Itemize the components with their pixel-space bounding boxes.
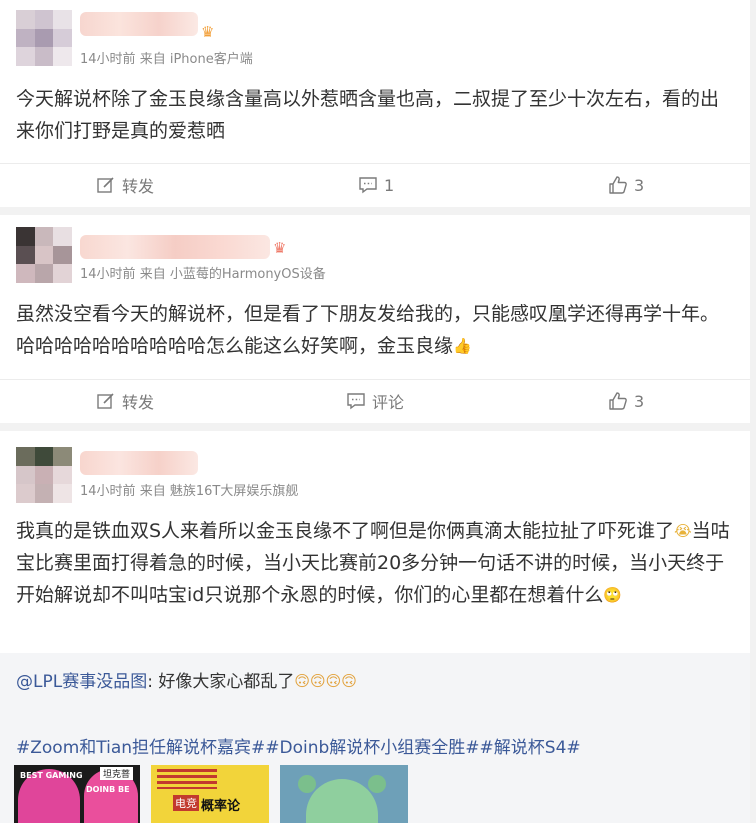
like-button[interactable]: 3 — [608, 164, 644, 206]
edit-square-icon — [97, 177, 114, 193]
avatar[interactable] — [16, 10, 72, 66]
like-count: 3 — [634, 391, 645, 411]
doge-emoji-icon: 🙃 — [294, 672, 310, 690]
post-content: 虽然没空看今天的解说杯，但是看了下朋友发给我的，只能感叹凰学还得再学十年。哈哈哈… — [16, 298, 736, 362]
comment-count: 1 — [384, 175, 395, 195]
comment-bubble-icon — [347, 393, 365, 410]
post-text-part-1: 我真的是铁血双S人来着所以金玉良缘不了啊但是你俩真滴太能拉扯了吓死谁了 — [16, 520, 675, 542]
avatar[interactable] — [16, 227, 72, 283]
thumbs-up-icon — [609, 392, 627, 410]
hashtag-links[interactable]: #Zoom和Tian担任解说杯嘉宾##Doinb解说杯小组赛全胜##解说杯S4# — [16, 733, 581, 758]
doge-emoji-icon: 🙃 — [341, 672, 357, 690]
post-source[interactable]: 小蓝莓的HarmonyOS设备 — [170, 267, 326, 282]
image-thumbnail-2[interactable]: 电竞 概率论 — [151, 765, 269, 823]
weibo-card-3: 14小时前 来自 魅族16T大屏娱乐旗舰 我真的是铁血双S人来着所以金玉良缘不了… — [0, 431, 750, 823]
comment-label: 评论 — [372, 393, 405, 412]
repost-button[interactable]: 转发 — [96, 164, 154, 206]
action-bar: 转发 评论 3 — [0, 379, 750, 421]
comment-button[interactable]: 1 — [358, 164, 394, 206]
doge-emoji-icon: 🙃 — [309, 672, 326, 690]
post-source[interactable]: iPhone客户端 — [170, 52, 253, 67]
post-time: 14小时前 — [80, 484, 136, 499]
weibo-card-1: ♛ 14小时前 来自 iPhone客户端 今天解说杯除了金玉良缘含量高以外惹晒含… — [0, 0, 750, 207]
member-badge-icon: ♛ — [201, 23, 215, 41]
comment-bubble-icon — [359, 177, 377, 194]
repost-label: 转发 — [122, 177, 155, 196]
book-header-graphic — [157, 769, 217, 789]
image-thumbnail-3[interactable] — [280, 765, 408, 823]
post-content: 我真的是铁血双S人来着所以金玉良缘不了啊但是你俩真滴太能拉扯了吓死谁了😭当咕宝比… — [16, 515, 736, 611]
image-thumbnail-1[interactable]: BEST GAMING DOINB BE 坦克菩 — [14, 765, 140, 823]
post-time: 14小时前 — [80, 52, 136, 67]
post-source[interactable]: 魅族16T大屏娱乐旗舰 — [170, 484, 298, 499]
thumbs-up-emoji-icon: 👍 — [453, 337, 472, 355]
post-content: 今天解说杯除了金玉良缘含量高以外惹晒含量也高，二叔提了至少十次左右，看的出来你们… — [16, 88, 720, 142]
doge-emoji-icon: 🙃 — [325, 672, 342, 690]
post-from: 来自 — [139, 267, 166, 282]
post-from: 来自 — [139, 52, 166, 67]
thumb-caption: BEST GAMING — [20, 771, 83, 780]
post-meta: 14小时前 来自 魅族16T大屏娱乐旗舰 — [80, 480, 298, 499]
blurred-username[interactable] — [80, 451, 198, 475]
crying-face-emoji-icon: 😭 — [674, 522, 692, 540]
edit-square-icon — [97, 393, 114, 409]
member-badge-icon: ♛ — [273, 239, 287, 257]
repost-text: @LPL赛事没品图: 好像大家心都乱了🙃🙃🙃🙃 — [16, 667, 357, 692]
thumb-caption: 坦克菩 — [100, 767, 134, 780]
thumbs-up-icon — [609, 176, 627, 194]
repost-author-link[interactable]: @LPL赛事没品图 — [16, 672, 147, 692]
post-meta: 14小时前 来自 iPhone客户端 — [80, 48, 253, 67]
comment-button[interactable]: 评论 — [346, 380, 404, 422]
repost-label: 转发 — [122, 393, 155, 412]
like-button[interactable]: 3 — [608, 380, 644, 422]
action-bar: 转发 1 3 — [0, 163, 750, 205]
character-graphic — [368, 775, 386, 793]
blurred-username[interactable] — [80, 235, 270, 259]
thumb-caption: 电竞 — [173, 795, 199, 811]
worried-face-emoji-icon: 🙄 — [603, 586, 623, 604]
thumb-caption: DOINB BE — [86, 785, 130, 794]
like-count: 3 — [634, 175, 645, 195]
reposted-content[interactable]: @LPL赛事没品图: 好像大家心都乱了🙃🙃🙃🙃 #Zoom和Tian担任解说杯嘉… — [0, 653, 750, 823]
post-text: 虽然没空看今天的解说杯，但是看了下朋友发给我的，只能感叹凰学还得再学十年。哈哈哈… — [16, 303, 720, 357]
weibo-card-2: ♛ 14小时前 来自 小蓝莓的HarmonyOS设备 虽然没空看今天的解说杯，但… — [0, 215, 750, 423]
character-graphic — [298, 775, 316, 793]
post-time: 14小时前 — [80, 267, 136, 282]
blurred-username[interactable] — [80, 12, 198, 36]
avatar[interactable] — [16, 447, 72, 503]
thumb-caption: 概率论 — [201, 799, 241, 814]
repost-button[interactable]: 转发 — [96, 380, 154, 422]
repost-body: : 好像大家心都乱了 — [147, 672, 295, 692]
post-from: 来自 — [139, 484, 166, 499]
post-meta: 14小时前 来自 小蓝莓的HarmonyOS设备 — [80, 263, 326, 282]
